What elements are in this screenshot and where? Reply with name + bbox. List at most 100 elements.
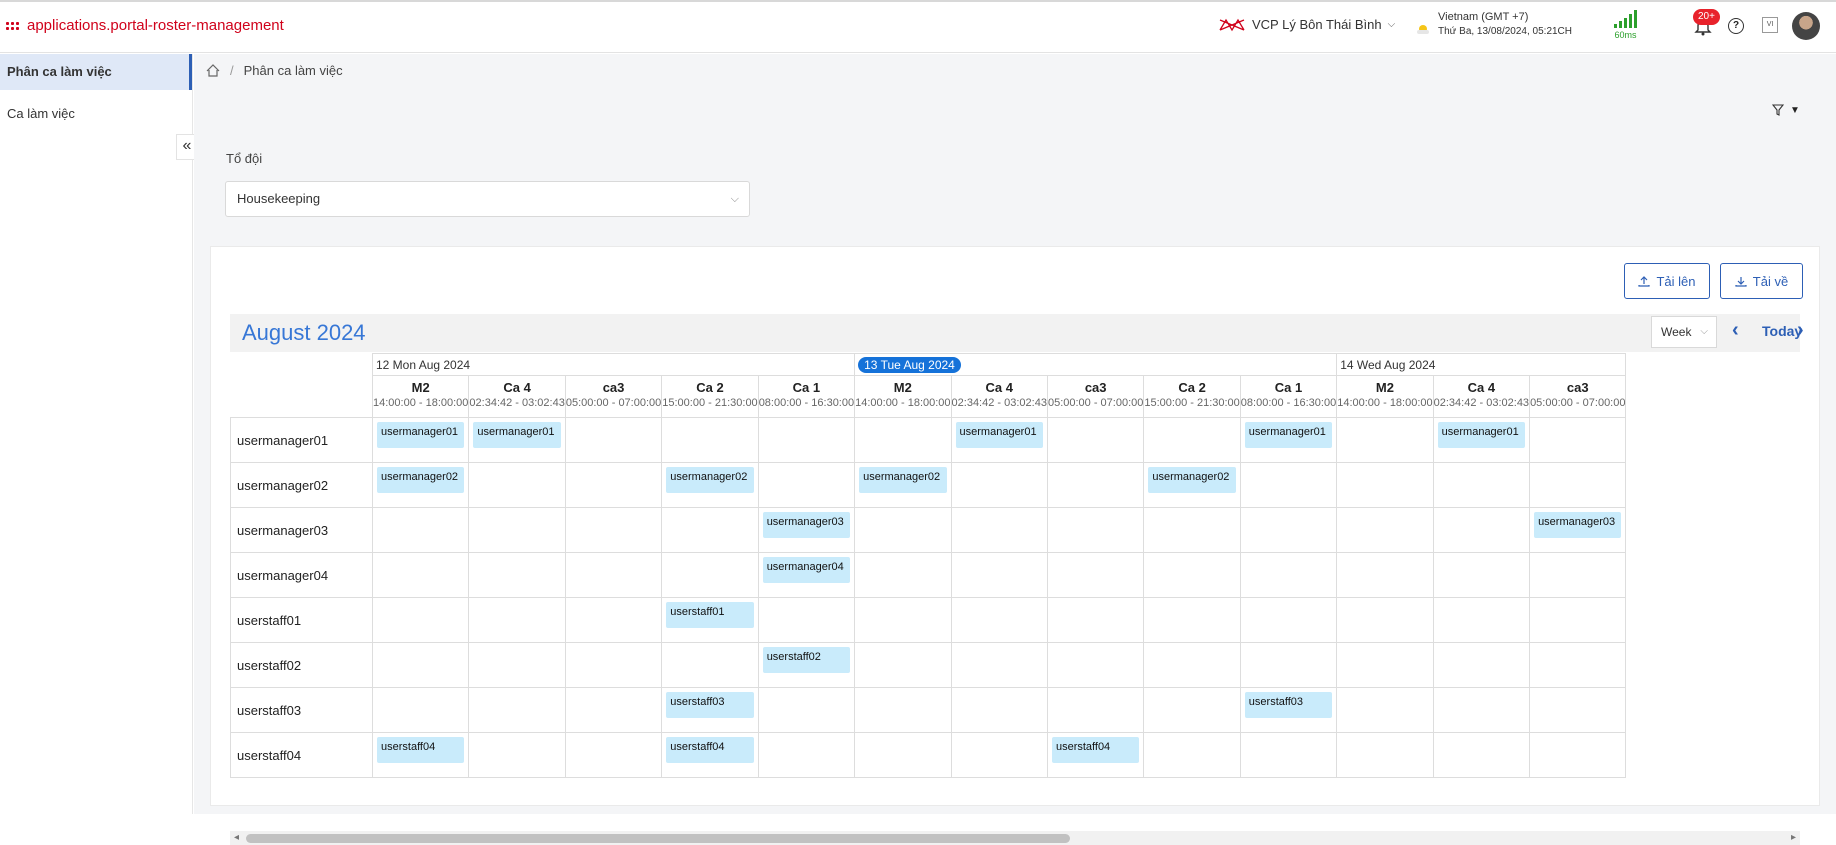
shift-slot[interactable]: userstaff04 <box>371 732 470 778</box>
sidebar-item-shift-assignment[interactable]: Phân ca làm việc <box>0 54 192 90</box>
shift-slot[interactable] <box>1046 642 1145 688</box>
shift-slot[interactable] <box>468 687 566 733</box>
team-select[interactable]: Housekeeping ⌵ <box>225 181 750 217</box>
shift-slot[interactable] <box>564 507 663 553</box>
shift-slot[interactable] <box>1432 462 1531 508</box>
shift-slot[interactable] <box>1143 642 1241 688</box>
shift-slot[interactable] <box>854 687 952 733</box>
shift-slot[interactable] <box>371 642 470 688</box>
shift-slot[interactable] <box>1239 552 1338 598</box>
shift-slot[interactable] <box>1046 507 1145 553</box>
shift-slot[interactable] <box>1143 597 1241 643</box>
shift-slot[interactable] <box>564 732 663 778</box>
assignment-chip[interactable]: usermanager01 <box>377 422 465 448</box>
shift-slot[interactable]: userstaff01 <box>661 597 759 643</box>
assignment-chip[interactable]: userstaff01 <box>666 602 754 628</box>
shift-slot[interactable]: usermanager01 <box>1239 417 1338 463</box>
shift-slot[interactable] <box>661 642 759 688</box>
sidebar-item-shifts[interactable]: Ca làm việc <box>0 96 192 132</box>
shift-slot[interactable]: usermanager02 <box>371 462 470 508</box>
assignment-chip[interactable]: userstaff04 <box>377 737 465 763</box>
shift-slot[interactable] <box>1432 507 1531 553</box>
assignment-chip[interactable]: userstaff04 <box>666 737 754 763</box>
shift-slot[interactable] <box>564 597 663 643</box>
help-icon[interactable]: ? <box>1728 18 1744 34</box>
shift-slot[interactable] <box>950 552 1048 598</box>
shift-slot[interactable] <box>1529 687 1627 733</box>
shift-slot[interactable] <box>1046 417 1145 463</box>
assignment-chip[interactable]: usermanager02 <box>666 467 754 493</box>
shift-slot[interactable] <box>1432 552 1531 598</box>
assignment-chip[interactable]: usermanager02 <box>377 467 465 493</box>
shift-slot[interactable] <box>854 597 952 643</box>
shift-slot[interactable] <box>1239 597 1338 643</box>
shift-slot[interactable] <box>757 462 856 508</box>
assignment-chip[interactable]: usermanager02 <box>859 467 947 493</box>
shift-slot[interactable] <box>950 462 1048 508</box>
shift-slot[interactable] <box>661 552 759 598</box>
shift-slot[interactable]: userstaff04 <box>661 732 759 778</box>
home-icon[interactable] <box>206 64 220 77</box>
shift-slot[interactable] <box>371 687 470 733</box>
shift-slot[interactable] <box>757 597 856 643</box>
shift-slot[interactable] <box>854 732 952 778</box>
shift-slot[interactable]: usermanager01 <box>1432 417 1531 463</box>
shift-slot[interactable] <box>1143 687 1241 733</box>
shift-slot[interactable]: userstaff03 <box>661 687 759 733</box>
shift-slot[interactable]: userstaff02 <box>757 642 856 688</box>
shift-slot[interactable] <box>1046 462 1145 508</box>
shift-slot[interactable]: usermanager04 <box>757 552 856 598</box>
shift-slot[interactable] <box>1239 507 1338 553</box>
shift-slot[interactable]: usermanager03 <box>1529 507 1627 553</box>
shift-slot[interactable] <box>1432 642 1531 688</box>
shift-slot[interactable] <box>1046 552 1145 598</box>
shift-slot[interactable] <box>371 552 470 598</box>
assignment-chip[interactable]: usermanager01 <box>1244 422 1333 448</box>
shift-slot[interactable] <box>1239 642 1338 688</box>
view-select[interactable]: Week ⌵ <box>1651 316 1717 348</box>
shift-slot[interactable] <box>1143 732 1241 778</box>
shift-slot[interactable] <box>950 642 1048 688</box>
shift-slot[interactable] <box>1336 507 1434 553</box>
shift-slot[interactable]: usermanager01 <box>371 417 470 463</box>
shift-slot[interactable] <box>1336 642 1434 688</box>
assignment-chip[interactable]: usermanager02 <box>1148 467 1236 493</box>
shift-slot[interactable] <box>1239 732 1338 778</box>
shift-slot[interactable] <box>950 507 1048 553</box>
apps-grid-icon[interactable] <box>6 21 19 30</box>
shift-slot[interactable] <box>950 732 1048 778</box>
shift-slot[interactable] <box>661 507 759 553</box>
shift-slot[interactable] <box>1432 687 1531 733</box>
shift-slot[interactable] <box>1046 687 1145 733</box>
shift-slot[interactable] <box>854 642 952 688</box>
download-button[interactable]: Tải về <box>1720 263 1803 299</box>
shift-slot[interactable] <box>564 417 663 463</box>
shift-slot[interactable] <box>371 507 470 553</box>
shift-slot[interactable] <box>757 732 856 778</box>
scrollbar-thumb[interactable] <box>246 834 1070 843</box>
shift-slot[interactable] <box>468 507 566 553</box>
assignment-chip[interactable]: userstaff03 <box>1244 692 1333 718</box>
shift-slot[interactable] <box>1529 462 1627 508</box>
shift-slot[interactable] <box>564 687 663 733</box>
shift-slot[interactable] <box>661 417 759 463</box>
shift-slot[interactable] <box>1336 597 1434 643</box>
assignment-chip[interactable]: usermanager04 <box>762 557 851 583</box>
assignment-chip[interactable]: userstaff02 <box>762 647 851 673</box>
shift-slot[interactable] <box>757 687 856 733</box>
shift-slot[interactable]: usermanager01 <box>950 417 1048 463</box>
prev-week-button[interactable]: ‹ <box>1732 319 1739 342</box>
shift-slot[interactable] <box>1143 552 1241 598</box>
shift-slot[interactable] <box>1336 462 1434 508</box>
assignment-chip[interactable]: usermanager03 <box>1534 512 1622 538</box>
shift-slot[interactable] <box>1529 732 1627 778</box>
shift-slot[interactable] <box>1336 732 1434 778</box>
scroll-right-icon[interactable]: ▸ <box>1791 831 1796 845</box>
shift-slot[interactable] <box>854 417 952 463</box>
assignment-chip[interactable]: usermanager01 <box>955 422 1043 448</box>
shift-slot[interactable] <box>468 597 566 643</box>
shift-slot[interactable]: usermanager01 <box>468 417 566 463</box>
shift-slot[interactable] <box>468 552 566 598</box>
shift-slot[interactable] <box>1336 417 1434 463</box>
shift-slot[interactable] <box>371 597 470 643</box>
